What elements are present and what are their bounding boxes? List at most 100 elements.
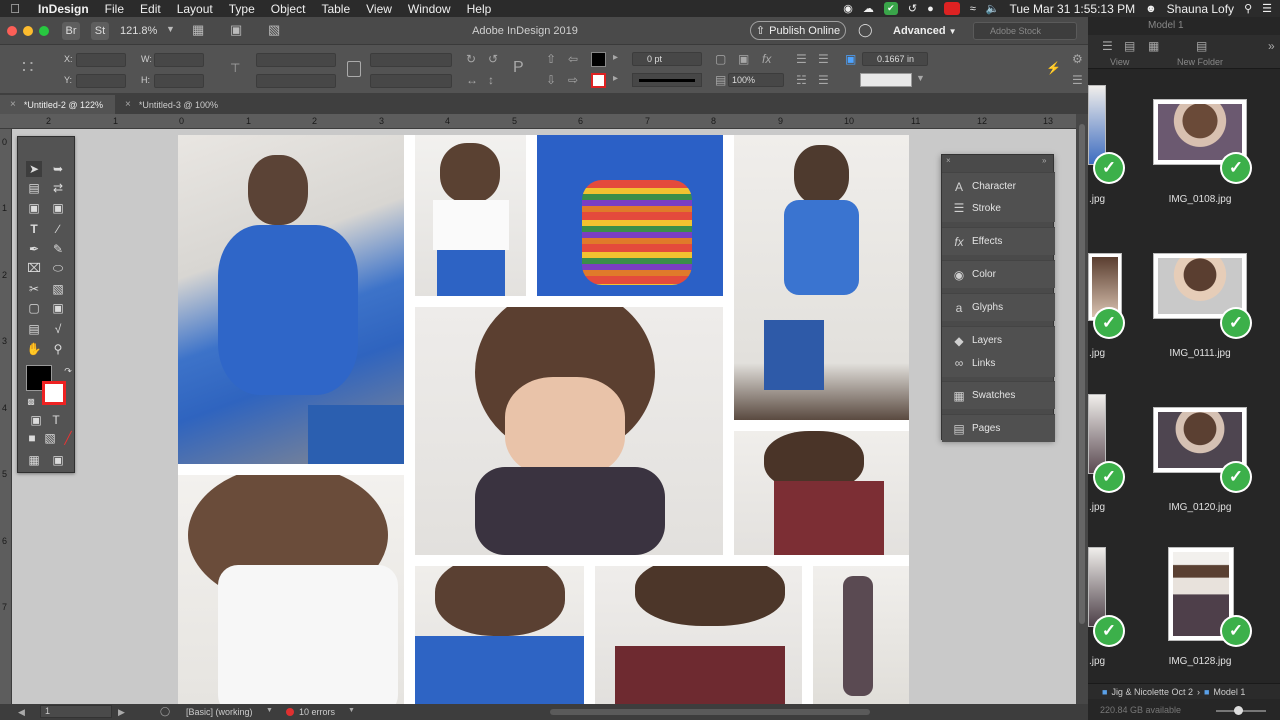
screen-mode-icon[interactable]: ▣ <box>50 452 66 468</box>
close-window-button[interactable] <box>7 26 17 36</box>
direct-selection-tool-icon[interactable]: ➥ <box>50 161 66 177</box>
stroke-swatch[interactable] <box>591 73 606 88</box>
chevron-down-icon[interactable]: ▼ <box>348 707 355 714</box>
menu-file[interactable]: File <box>97 2 132 16</box>
clock-datetime[interactable]: Tue Mar 31 1:55:13 PM <box>1009 2 1135 16</box>
scale-x-field[interactable] <box>256 53 336 67</box>
photo-frame[interactable] <box>595 566 802 704</box>
photo-frame[interactable] <box>734 431 909 555</box>
close-icon[interactable]: × <box>125 99 131 110</box>
view-options-icon[interactable]: ▦ <box>192 22 204 38</box>
file-name[interactable]: IMG_0120.jpg <box>1148 502 1252 513</box>
menu-table[interactable]: Table <box>313 2 358 16</box>
view-icon[interactable]: ▦ <box>1148 39 1159 53</box>
x-position-field[interactable] <box>76 53 126 67</box>
chevron-down-icon[interactable]: ▼ <box>266 707 273 714</box>
fx-icon[interactable]: fx <box>762 52 771 66</box>
photo-frame[interactable] <box>415 307 723 555</box>
vertical-scrollbar[interactable] <box>1076 114 1088 704</box>
eyedropper-tool-icon[interactable]: √ <box>50 321 66 337</box>
menu-help[interactable]: Help <box>459 2 500 16</box>
apply-color-icon[interactable]: ■ <box>24 430 40 446</box>
formatting-container-icon[interactable]: ▣ <box>28 412 44 428</box>
rotate-ccw-icon[interactable]: ↺ <box>488 52 498 66</box>
free-transform-tool-icon[interactable]: ▧ <box>50 281 66 297</box>
control-panel-settings-icon[interactable]: ⚙ <box>1072 52 1083 66</box>
stroke-arrow-icon[interactable]: ▸ <box>613 73 618 84</box>
zoom-dropdown-icon[interactable]: ▼ <box>166 24 175 34</box>
notification-center-icon[interactable]: ☰ <box>1262 2 1272 15</box>
swap-colors-icon[interactable]: ↷ <box>60 363 76 379</box>
line-tool-icon[interactable]: ∕ <box>50 221 66 237</box>
minimize-window-button[interactable] <box>23 26 33 36</box>
pencil-tool-icon[interactable]: ✎ <box>50 241 66 257</box>
new-folder-icon[interactable]: ▤ <box>1196 39 1207 53</box>
stock-button[interactable]: St <box>91 22 109 40</box>
menu-object[interactable]: Object <box>263 2 314 16</box>
align-right-icon[interactable]: ☰ <box>818 73 829 87</box>
opacity-icon[interactable]: ▤ <box>715 73 726 87</box>
view-icon[interactable]: ☰ <box>1102 39 1113 53</box>
stroke-type-dropdown[interactable] <box>632 73 702 87</box>
scale-y-field[interactable] <box>256 74 336 88</box>
pen-tool-icon[interactable]: ✒ <box>26 241 42 257</box>
user-avatar-icon[interactable]: ☻ <box>1145 3 1157 15</box>
menu-layout[interactable]: Layout <box>169 2 221 16</box>
select-previous-icon[interactable]: ⇦ <box>568 52 578 66</box>
tab-untitled-3[interactable]: × *Untitled-3 @ 100% <box>115 95 230 114</box>
photo-frame[interactable] <box>537 135 723 296</box>
zoom-window-button[interactable] <box>39 26 49 36</box>
screen-record-icon[interactable] <box>943 2 960 15</box>
menu-window[interactable]: Window <box>400 2 459 16</box>
more-icon[interactable]: » <box>1268 39 1275 53</box>
y-position-field[interactable] <box>76 74 126 88</box>
type-tool-icon[interactable]: T <box>26 221 42 237</box>
preflight-errors[interactable]: 10 errors <box>299 707 335 717</box>
style-dropdown-icon[interactable]: ▼ <box>916 73 925 83</box>
panel-effects[interactable]: fx Effects <box>942 227 1055 255</box>
tab-untitled-2[interactable]: × *Untitled-2 @ 122% <box>0 95 116 114</box>
creative-cloud-icon[interactable]: ◉ <box>843 2 853 15</box>
distribute-icon[interactable]: ☵ <box>796 73 807 87</box>
selection-tool-icon[interactable]: ➤ <box>26 161 42 177</box>
default-colors-icon[interactable]: ▩ <box>23 393 39 409</box>
control-panel-menu-icon[interactable]: ☰ <box>1072 73 1083 87</box>
page-tool-icon[interactable]: ▤ <box>26 180 42 196</box>
constrain-scale-icon[interactable] <box>347 61 361 77</box>
volume-icon[interactable]: 🔈 <box>986 2 1000 15</box>
time-machine-icon[interactable]: ↺ <box>908 2 917 15</box>
file-name[interactable]: .jpg <box>1088 502 1106 513</box>
scrollbar-thumb[interactable] <box>1079 124 1085 624</box>
close-icon[interactable]: × <box>946 156 951 165</box>
apply-gradient-icon[interactable]: ▧ <box>42 430 58 446</box>
panel-stroke[interactable]: ☰ Stroke <box>942 194 1055 222</box>
quick-apply-icon[interactable]: ⚡ <box>1046 61 1061 75</box>
rotate-cw-icon[interactable]: ↻ <box>466 52 476 66</box>
ellipse-tool-icon[interactable]: ⬭ <box>50 260 66 276</box>
gradient-swatch-tool-icon[interactable]: ▢ <box>26 300 42 316</box>
screen-mode-icon[interactable]: ▣ <box>230 22 242 38</box>
rectangle-frame-tool-icon[interactable]: ⌧ <box>26 260 42 276</box>
publish-online-button[interactable]: ⇧ Publish Online <box>750 21 846 40</box>
document-page[interactable] <box>178 135 909 704</box>
cloud-icon[interactable]: ☁ <box>863 2 874 15</box>
first-page-icon[interactable]: ◀ <box>18 707 25 718</box>
adobe-stock-search-input[interactable]: Adobe Stock <box>973 22 1077 40</box>
photo-frame[interactable] <box>734 135 909 420</box>
fill-swatch[interactable] <box>591 52 606 67</box>
panel-links[interactable]: ∞ Links <box>942 349 1055 377</box>
file-name[interactable]: IMG_0111.jpg <box>1148 348 1252 359</box>
menu-view[interactable]: View <box>358 2 400 16</box>
photo-frame[interactable] <box>178 135 404 464</box>
fit-content-icon[interactable]: ▣ <box>738 52 749 66</box>
stroke-weight-field[interactable]: 0 pt <box>632 52 702 66</box>
record-icon[interactable]: ● <box>927 3 934 15</box>
note-tool-icon[interactable]: ▤ <box>26 321 42 337</box>
panel-color[interactable]: ◉ Color <box>942 260 1055 288</box>
frame-fitting-icon[interactable]: ▢ <box>715 52 726 66</box>
content-collector-icon[interactable]: ▣ <box>26 200 42 216</box>
panel-pages[interactable]: ▤ Pages <box>942 414 1055 442</box>
photo-frame[interactable] <box>415 135 526 296</box>
shear-angle-field[interactable] <box>370 74 452 88</box>
file-name[interactable]: IMG_0108.jpg <box>1148 194 1252 205</box>
